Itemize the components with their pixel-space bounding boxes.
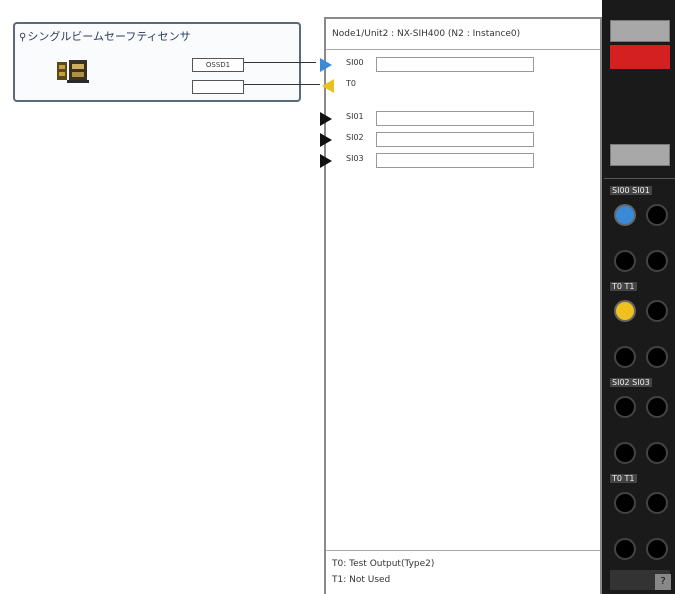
ossd1-port[interactable]: OSSD1 <box>192 58 244 72</box>
si03-field[interactable] <box>376 153 534 168</box>
terminal-row <box>612 536 672 566</box>
device-title-text: シングルビームセーフティセンサ <box>27 30 191 43</box>
terminal-row <box>612 394 672 424</box>
t0-wire[interactable] <box>244 84 320 85</box>
footer-line-2: T1: Not Used <box>332 575 391 585</box>
terminal-hole-t0[interactable] <box>614 300 636 322</box>
device-title: ⚲シングルビームセーフティセンサ <box>19 28 191 44</box>
si01-field[interactable] <box>376 111 534 126</box>
terminal-row <box>612 490 672 520</box>
input-arrow-icon <box>320 154 332 168</box>
terminal-hole-t1[interactable] <box>646 492 668 514</box>
io-label: SI00 <box>346 58 364 67</box>
si02-field[interactable] <box>376 132 534 147</box>
unit-footer: T0: Test Output(Type2) T1: Not Used <box>326 550 600 594</box>
terminal-hole-si03[interactable] <box>646 396 668 418</box>
terminal-hole[interactable] <box>614 346 636 368</box>
terminal-hole[interactable] <box>614 250 636 272</box>
terminal-row <box>612 440 672 470</box>
input-arrow-icon <box>320 133 332 147</box>
input-arrow-icon <box>320 112 332 126</box>
terminal-label: T0 T1 <box>610 474 637 483</box>
ossd1-wire[interactable] <box>244 62 316 63</box>
terminal-divider <box>604 178 675 179</box>
io-label: T0 <box>346 79 356 88</box>
terminal-hole[interactable] <box>646 346 668 368</box>
io-label: SI03 <box>346 154 364 163</box>
terminal-label: T0 T1 <box>610 282 637 291</box>
terminal-hole-si02[interactable] <box>614 396 636 418</box>
hw-top-button[interactable] <box>610 20 670 42</box>
terminal-hardware-view: SI00 SI01 T0 T1 SI02 SI03 T0 T1 ? <box>602 0 675 594</box>
unit-panel[interactable]: Node1/Unit2 : NX-SIH400 (N2 : Instance0)… <box>320 17 602 594</box>
output-arrow-icon <box>322 79 334 93</box>
terminal-label: SI00 SI01 <box>610 186 652 195</box>
si00-field[interactable] <box>376 57 534 72</box>
io-label: SI01 <box>346 112 364 121</box>
terminal-hole[interactable] <box>614 538 636 560</box>
terminal-hole[interactable] <box>646 538 668 560</box>
io-row-si03[interactable]: SI03 <box>320 152 566 170</box>
magnifier-icon: ⚲ <box>19 32 27 43</box>
sensor-device-icon <box>57 60 89 83</box>
terminal-hole-si00[interactable] <box>614 204 636 226</box>
terminal-hole-t0[interactable] <box>614 492 636 514</box>
io-row-t0[interactable]: T0 <box>322 77 566 95</box>
hw-mid-button[interactable] <box>610 144 670 166</box>
terminal-hole[interactable] <box>614 442 636 464</box>
terminal-hole[interactable] <box>646 250 668 272</box>
terminal-row <box>612 298 672 328</box>
terminal-hole-si01[interactable] <box>646 204 668 226</box>
terminal-row <box>612 344 672 374</box>
terminal-hole[interactable] <box>646 442 668 464</box>
terminal-hole-t1[interactable] <box>646 300 668 322</box>
terminal-label: SI02 SI03 <box>610 378 652 387</box>
input-arrow-icon <box>320 58 332 72</box>
help-button[interactable]: ? <box>655 574 671 590</box>
error-led <box>610 45 670 69</box>
footer-line-1: T0: Test Output(Type2) <box>332 559 435 569</box>
io-row-si01[interactable]: SI01 <box>320 110 566 128</box>
terminal-row <box>612 202 672 232</box>
terminal-row <box>612 248 672 278</box>
io-label: SI02 <box>346 133 364 142</box>
test-input-port[interactable] <box>192 80 244 94</box>
unit-title: Node1/Unit2 : NX-SIH400 (N2 : Instance0) <box>326 19 600 50</box>
io-row-si00[interactable]: SI00 <box>320 56 566 74</box>
io-row-si02[interactable]: SI02 <box>320 131 566 149</box>
